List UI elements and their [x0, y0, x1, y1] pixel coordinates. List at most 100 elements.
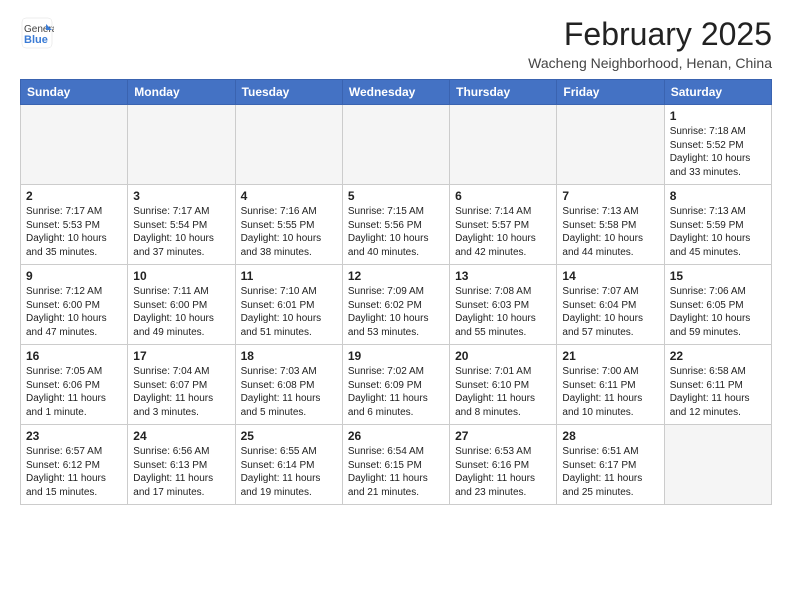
page: General Blue February 2025 Wacheng Neigh… — [0, 0, 792, 515]
calendar-cell — [235, 105, 342, 185]
calendar-cell: 12 Sunrise: 7:09 AM Sunset: 6:02 PM Dayli… — [342, 265, 449, 345]
calendar-cell: 8 Sunrise: 7:13 AM Sunset: 5:59 PM Daylig… — [664, 185, 771, 265]
day-info: Sunrise: 7:14 AM Sunset: 5:57 PM Dayligh… — [455, 205, 551, 259]
day-info: Sunrise: 6:55 AM Sunset: 6:14 PM Dayligh… — [241, 445, 337, 499]
weekday-header-monday: Monday — [128, 80, 235, 105]
day-number: 28 — [562, 429, 658, 443]
calendar-week-row: 16 Sunrise: 7:05 AM Sunset: 6:06 PM Dayli… — [21, 345, 772, 425]
day-info: Sunrise: 7:13 AM Sunset: 5:58 PM Dayligh… — [562, 205, 658, 259]
day-info: Sunrise: 7:09 AM Sunset: 6:02 PM Dayligh… — [348, 285, 444, 339]
calendar-cell: 6 Sunrise: 7:14 AM Sunset: 5:57 PM Daylig… — [450, 185, 557, 265]
day-number: 16 — [26, 349, 122, 363]
day-number: 8 — [670, 189, 766, 203]
day-number: 13 — [455, 269, 551, 283]
day-info: Sunrise: 7:11 AM Sunset: 6:00 PM Dayligh… — [133, 285, 229, 339]
title-area: February 2025 Wacheng Neighborhood, Hena… — [528, 16, 772, 71]
calendar-cell: 3 Sunrise: 7:17 AM Sunset: 5:54 PM Daylig… — [128, 185, 235, 265]
svg-text:Blue: Blue — [24, 34, 48, 46]
calendar-cell: 4 Sunrise: 7:16 AM Sunset: 5:55 PM Daylig… — [235, 185, 342, 265]
day-info: Sunrise: 7:06 AM Sunset: 6:05 PM Dayligh… — [670, 285, 766, 339]
day-info: Sunrise: 7:08 AM Sunset: 6:03 PM Dayligh… — [455, 285, 551, 339]
calendar-cell: 16 Sunrise: 7:05 AM Sunset: 6:06 PM Dayli… — [21, 345, 128, 425]
calendar-cell: 28 Sunrise: 6:51 AM Sunset: 6:17 PM Dayli… — [557, 425, 664, 505]
day-info: Sunrise: 6:53 AM Sunset: 6:16 PM Dayligh… — [455, 445, 551, 499]
calendar-cell: 21Sunrise: 7:00 AM Sunset: 6:11 PM Dayli… — [557, 345, 664, 425]
calendar-week-row: 1 Sunrise: 7:18 AM Sunset: 5:52 PM Daylig… — [21, 105, 772, 185]
day-number: 17 — [133, 349, 229, 363]
day-info: Sunrise: 7:04 AM Sunset: 6:07 PM Dayligh… — [133, 365, 229, 419]
calendar-cell: 2 Sunrise: 7:17 AM Sunset: 5:53 PM Daylig… — [21, 185, 128, 265]
calendar-cell — [664, 425, 771, 505]
day-number: 20 — [455, 349, 551, 363]
day-info: Sunrise: 6:58 AM Sunset: 6:11 PM Dayligh… — [670, 365, 766, 419]
location-subtitle: Wacheng Neighborhood, Henan, China — [528, 55, 772, 71]
day-number: 22 — [670, 349, 766, 363]
calendar-cell: 17 Sunrise: 7:04 AM Sunset: 6:07 PM Dayli… — [128, 345, 235, 425]
calendar-cell: 19 Sunrise: 7:02 AM Sunset: 6:09 PM Dayli… — [342, 345, 449, 425]
calendar-cell: 10 Sunrise: 7:11 AM Sunset: 6:00 PM Dayli… — [128, 265, 235, 345]
day-info: Sunrise: 7:02 AM Sunset: 6:09 PM Dayligh… — [348, 365, 444, 419]
calendar-cell — [557, 105, 664, 185]
day-info: Sunrise: 7:16 AM Sunset: 5:55 PM Dayligh… — [241, 205, 337, 259]
logo-icon: General Blue — [20, 16, 54, 50]
day-number: 24 — [133, 429, 229, 443]
day-info: Sunrise: 7:03 AM Sunset: 6:08 PM Dayligh… — [241, 365, 337, 419]
day-info: Sunrise: 7:12 AM Sunset: 6:00 PM Dayligh… — [26, 285, 122, 339]
calendar-cell — [21, 105, 128, 185]
day-info: Sunrise: 6:51 AM Sunset: 6:17 PM Dayligh… — [562, 445, 658, 499]
day-info: Sunrise: 7:13 AM Sunset: 5:59 PM Dayligh… — [670, 205, 766, 259]
day-info: Sunrise: 7:07 AM Sunset: 6:04 PM Dayligh… — [562, 285, 658, 339]
weekday-header-saturday: Saturday — [664, 80, 771, 105]
day-info: Sunrise: 6:57 AM Sunset: 6:12 PM Dayligh… — [26, 445, 122, 499]
calendar-cell: 14 Sunrise: 7:07 AM Sunset: 6:04 PM Dayli… — [557, 265, 664, 345]
day-number: 2 — [26, 189, 122, 203]
calendar-cell: 20Sunrise: 7:01 AM Sunset: 6:10 PM Dayli… — [450, 345, 557, 425]
calendar-cell: 1 Sunrise: 7:18 AM Sunset: 5:52 PM Daylig… — [664, 105, 771, 185]
day-number: 19 — [348, 349, 444, 363]
calendar-cell: 13 Sunrise: 7:08 AM Sunset: 6:03 PM Dayli… — [450, 265, 557, 345]
day-number: 12 — [348, 269, 444, 283]
calendar-cell — [450, 105, 557, 185]
day-number: 6 — [455, 189, 551, 203]
calendar-cell: 23Sunrise: 6:57 AM Sunset: 6:12 PM Dayli… — [21, 425, 128, 505]
calendar-cell: 18 Sunrise: 7:03 AM Sunset: 6:08 PM Dayli… — [235, 345, 342, 425]
day-number: 3 — [133, 189, 229, 203]
day-number: 10 — [133, 269, 229, 283]
day-info: Sunrise: 7:17 AM Sunset: 5:53 PM Dayligh… — [26, 205, 122, 259]
month-year-title: February 2025 — [528, 16, 772, 53]
day-number: 7 — [562, 189, 658, 203]
day-number: 1 — [670, 109, 766, 123]
calendar-week-row: 2 Sunrise: 7:17 AM Sunset: 5:53 PM Daylig… — [21, 185, 772, 265]
day-number: 26 — [348, 429, 444, 443]
header: General Blue February 2025 Wacheng Neigh… — [20, 16, 772, 71]
calendar-cell: 11Sunrise: 7:10 AM Sunset: 6:01 PM Dayli… — [235, 265, 342, 345]
day-info: Sunrise: 6:56 AM Sunset: 6:13 PM Dayligh… — [133, 445, 229, 499]
calendar-cell: 26 Sunrise: 6:54 AM Sunset: 6:15 PM Dayli… — [342, 425, 449, 505]
calendar-cell: 7 Sunrise: 7:13 AM Sunset: 5:58 PM Daylig… — [557, 185, 664, 265]
day-number: 5 — [348, 189, 444, 203]
calendar-cell — [128, 105, 235, 185]
day-info: Sunrise: 6:54 AM Sunset: 6:15 PM Dayligh… — [348, 445, 444, 499]
weekday-header-friday: Friday — [557, 80, 664, 105]
calendar-table: SundayMondayTuesdayWednesdayThursdayFrid… — [20, 79, 772, 505]
calendar-cell: 5 Sunrise: 7:15 AM Sunset: 5:56 PM Daylig… — [342, 185, 449, 265]
calendar-cell: 22 Sunrise: 6:58 AM Sunset: 6:11 PM Dayli… — [664, 345, 771, 425]
day-number: 27 — [455, 429, 551, 443]
day-info: Sunrise: 7:10 AM Sunset: 6:01 PM Dayligh… — [241, 285, 337, 339]
weekday-header-thursday: Thursday — [450, 80, 557, 105]
weekday-header-tuesday: Tuesday — [235, 80, 342, 105]
day-number: 25 — [241, 429, 337, 443]
day-info: Sunrise: 7:00 AM Sunset: 6:11 PM Dayligh… — [562, 365, 658, 419]
weekday-header-wednesday: Wednesday — [342, 80, 449, 105]
calendar-week-row: 23Sunrise: 6:57 AM Sunset: 6:12 PM Dayli… — [21, 425, 772, 505]
day-info: Sunrise: 7:15 AM Sunset: 5:56 PM Dayligh… — [348, 205, 444, 259]
day-number: 14 — [562, 269, 658, 283]
day-info: Sunrise: 7:18 AM Sunset: 5:52 PM Dayligh… — [670, 125, 766, 179]
weekday-header-sunday: Sunday — [21, 80, 128, 105]
calendar-cell: 9Sunrise: 7:12 AM Sunset: 6:00 PM Daylig… — [21, 265, 128, 345]
day-number: 18 — [241, 349, 337, 363]
day-info: Sunrise: 7:05 AM Sunset: 6:06 PM Dayligh… — [26, 365, 122, 419]
day-number: 4 — [241, 189, 337, 203]
day-number: 15 — [670, 269, 766, 283]
day-info: Sunrise: 7:17 AM Sunset: 5:54 PM Dayligh… — [133, 205, 229, 259]
